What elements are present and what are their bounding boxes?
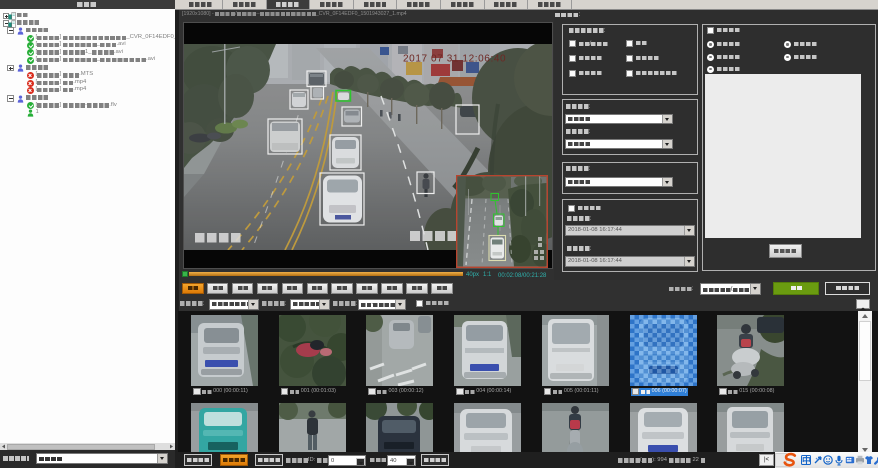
svg-text:2017 07 31 12:06:40: 2017 07 31 12:06:40 bbox=[403, 54, 506, 65]
svg-text:中: 中 bbox=[802, 455, 811, 466]
